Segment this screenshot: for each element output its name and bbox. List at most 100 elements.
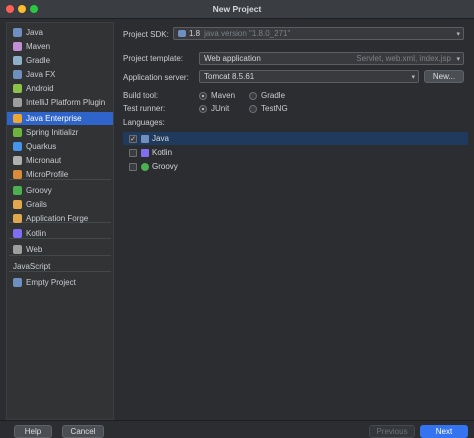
language-item-kotlin[interactable]: Kotlin xyxy=(123,146,468,159)
sidebar-item-gradle[interactable]: Gradle xyxy=(7,54,113,67)
project-type-sidebar: Java Maven Gradle Java FX Android IntelliJ Pl… xyxy=(6,22,114,420)
sidebar-item-label: Empty Project xyxy=(26,278,76,287)
kotlin-icon xyxy=(141,148,149,157)
sidebar-item-label: IntelliJ Platform Plugin xyxy=(26,98,106,107)
sidebar-item-label: Android xyxy=(26,84,54,93)
gradle-icon xyxy=(13,56,22,65)
sidebar-item-label: Web xyxy=(26,245,43,254)
build-gradle-label: Gradle xyxy=(261,91,286,100)
build-gradle-radio[interactable]: Gradle xyxy=(249,91,285,100)
sidebar-item-intellij-platform-plugin[interactable]: IntelliJ Platform Plugin xyxy=(7,96,113,109)
chevron-down-icon: ▾ xyxy=(456,56,460,63)
sidebar-item-android[interactable]: Android xyxy=(7,82,113,95)
sidebar-item-web[interactable]: Web xyxy=(7,243,113,256)
build-maven-label: Maven xyxy=(211,91,236,100)
grails-icon xyxy=(13,200,22,209)
window-title: New Project xyxy=(212,4,262,14)
cancel-button[interactable]: Cancel xyxy=(62,425,104,438)
sidebar-item-maven[interactable]: Maven xyxy=(7,40,113,53)
sidebar-item-application-forge[interactable]: Application Forge xyxy=(7,212,113,225)
sidebar-item-label: Java FX xyxy=(26,70,56,79)
folder-icon xyxy=(13,278,22,287)
sidebar-item-microprofile[interactable]: MicroProfile xyxy=(7,168,113,181)
sidebar-item-label: MicroProfile xyxy=(26,170,69,179)
sidebar-item-label: Gradle xyxy=(26,56,51,65)
template-label: Project template: xyxy=(123,54,184,63)
groovy-icon xyxy=(141,162,149,171)
checkbox-icon[interactable] xyxy=(129,148,137,157)
sidebar-item-quarkus[interactable]: Quarkus xyxy=(7,140,113,153)
microprofile-icon xyxy=(13,170,22,179)
test-junit-label: JUnit xyxy=(211,104,230,113)
language-label: Kotlin xyxy=(152,148,173,157)
chevron-down-icon: ▾ xyxy=(411,74,415,81)
test-junit-radio[interactable]: JUnit xyxy=(199,104,229,113)
test-testng-radio[interactable]: TestNG xyxy=(249,104,288,113)
sdk-detail: java version "1.8.0_271" xyxy=(204,29,291,38)
chevron-down-icon: ▾ xyxy=(456,31,460,38)
radio-selected-icon xyxy=(199,104,207,113)
previous-button[interactable]: Previous xyxy=(369,425,415,438)
build-tool-label: Build tool: xyxy=(123,91,159,100)
plugin-icon xyxy=(13,98,22,107)
sidebar-item-label: JavaScript xyxy=(13,262,51,271)
sidebar-item-kotlin[interactable]: Kotlin xyxy=(7,227,113,240)
test-runner-label: Test runner: xyxy=(123,104,166,113)
sdk-value: 1.8 xyxy=(189,29,201,38)
globe-icon xyxy=(13,245,22,254)
sdk-dropdown[interactable]: 1.8 java version "1.8.0_271" ▾ xyxy=(173,27,464,40)
folder-icon xyxy=(13,70,22,79)
radio-selected-icon xyxy=(199,91,207,100)
micronaut-icon xyxy=(13,156,22,165)
sidebar-item-label: Micronaut xyxy=(26,156,62,165)
radio-unselected-icon xyxy=(249,104,257,113)
folder-icon xyxy=(178,30,186,37)
sidebar-item-label: Spring Initializr xyxy=(26,128,79,137)
sidebar-item-groovy[interactable]: Groovy xyxy=(7,184,113,197)
sidebar-item-label: Java Enterprise xyxy=(26,114,82,123)
sidebar-item-label: Groovy xyxy=(26,186,52,195)
kotlin-icon xyxy=(13,229,22,238)
sidebar-item-spring-initializr[interactable]: Spring Initializr xyxy=(7,126,113,139)
sidebar-item-java[interactable]: Java xyxy=(7,26,113,39)
android-icon xyxy=(13,84,22,93)
spring-icon xyxy=(13,128,22,137)
groovy-icon xyxy=(13,186,22,195)
next-button[interactable]: Next xyxy=(420,425,468,438)
forge-icon xyxy=(13,214,22,223)
server-dropdown[interactable]: Tomcat 8.5.61 ▾ xyxy=(199,70,419,83)
checkbox-checked-icon[interactable]: ✓ xyxy=(129,134,137,143)
sidebar-item-label: Application Forge xyxy=(26,214,89,223)
languages-label: Languages: xyxy=(123,118,165,127)
radio-unselected-icon xyxy=(249,91,257,100)
server-value: Tomcat 8.5.61 xyxy=(204,72,255,81)
project-settings-panel: Project SDK: 1.8 java version "1.8.0_271… xyxy=(116,22,472,420)
sidebar-item-label: Java xyxy=(26,28,43,37)
sidebar-item-label: Quarkus xyxy=(26,142,57,151)
build-maven-radio[interactable]: Maven xyxy=(199,91,235,100)
language-item-groovy[interactable]: Groovy xyxy=(123,160,468,173)
sidebar-item-java-fx[interactable]: Java FX xyxy=(7,68,113,81)
checkbox-icon[interactable] xyxy=(129,162,137,171)
sidebar-item-javascript[interactable]: JavaScript xyxy=(7,260,113,273)
help-button[interactable]: Help xyxy=(14,425,52,438)
quarkus-icon xyxy=(13,142,22,151)
languages-list: ✓ Java Kotlin Groovy xyxy=(123,129,468,419)
language-item-java[interactable]: ✓ Java xyxy=(123,132,468,145)
language-label: Groovy xyxy=(152,162,178,171)
new-server-button[interactable]: New... xyxy=(424,70,464,83)
sidebar-item-micronaut[interactable]: Micronaut xyxy=(7,154,113,167)
template-dropdown[interactable]: Web application Servlet, web.xml, index.… xyxy=(199,52,464,65)
sidebar-item-label: Kotlin xyxy=(26,229,47,238)
sdk-label: Project SDK: xyxy=(123,30,169,39)
sidebar-item-grails[interactable]: Grails xyxy=(7,198,113,211)
sidebar-item-label: Grails xyxy=(26,200,47,209)
sidebar-item-java-enterprise[interactable]: Java Enterprise xyxy=(7,112,113,125)
sidebar-item-label: Maven xyxy=(26,42,51,51)
template-detail: Servlet, web.xml, index.jsp xyxy=(356,54,451,63)
title-bar: New Project xyxy=(0,0,474,19)
folder-icon xyxy=(13,28,22,37)
sidebar-item-empty-project[interactable]: Empty Project xyxy=(7,276,113,289)
test-testng-label: TestNG xyxy=(261,104,288,113)
template-value: Web application xyxy=(204,54,261,63)
